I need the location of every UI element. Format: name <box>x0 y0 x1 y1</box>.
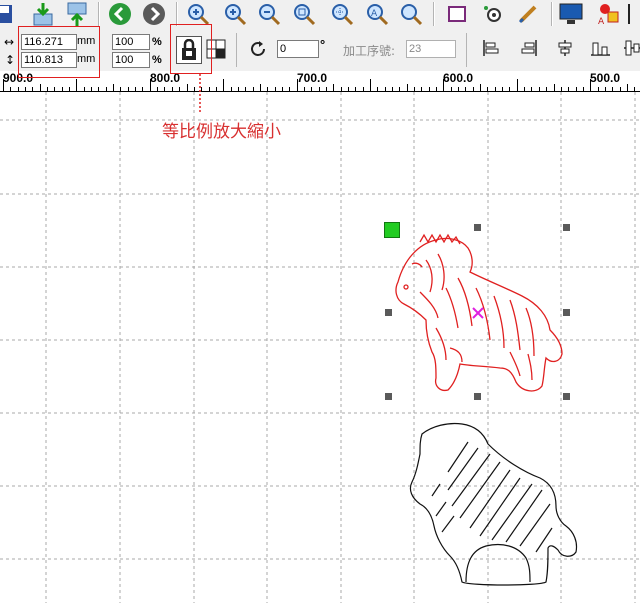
annotation-label: 等比例放大縮小 <box>162 122 281 142</box>
import-icon[interactable] <box>30 1 56 27</box>
align-middle-icon[interactable] <box>623 38 640 62</box>
back-icon[interactable] <box>107 1 133 27</box>
zoom-page-icon[interactable] <box>291 1 317 27</box>
align-center-icon[interactable] <box>555 38 575 62</box>
ruler-label: 700.0 <box>297 71 328 85</box>
align-left-icon[interactable] <box>481 38 501 62</box>
annotation-connector <box>199 74 201 114</box>
rotation-unit-label: ° <box>320 37 326 52</box>
lock-button-highlight <box>170 24 212 74</box>
settings-icon[interactable] <box>480 1 506 27</box>
svg-text:A: A <box>598 17 605 26</box>
forward-icon[interactable] <box>141 1 167 27</box>
scale-y-percent-label: % <box>152 54 162 66</box>
black-horse-shape[interactable] <box>0 92 640 603</box>
toolbar-overflow-grip <box>628 4 630 24</box>
align-bottom-icon[interactable] <box>590 38 612 62</box>
edit-icon[interactable] <box>516 1 542 27</box>
palette-icon[interactable]: A <box>596 1 622 27</box>
rotation-field[interactable]: 0 <box>277 40 319 58</box>
ruler-label: 500.0 <box>590 71 621 85</box>
ruler-label: 600.0 <box>443 71 474 85</box>
scale-x-field[interactable]: 100 <box>112 34 150 50</box>
main-toolbar: A A <box>0 0 640 29</box>
scale-x-percent-label: % <box>152 36 162 48</box>
width-arrow-icon: ↔ <box>4 35 15 49</box>
monitor-icon[interactable] <box>558 1 584 27</box>
drawing-canvas[interactable] <box>0 92 640 603</box>
zoom-grid-icon[interactable] <box>329 1 355 27</box>
scale-y-field[interactable]: 100 <box>112 52 150 68</box>
search-icon[interactable] <box>398 1 424 27</box>
align-right-icon[interactable] <box>519 38 539 62</box>
process-order-field[interactable]: 23 <box>406 40 456 58</box>
export-icon[interactable] <box>64 1 90 27</box>
zoom-in-icon[interactable] <box>222 1 248 27</box>
zoom-select-icon[interactable]: A <box>364 1 390 27</box>
rotate-icon[interactable] <box>247 38 269 60</box>
svg-text:A: A <box>371 9 378 19</box>
size-fields-highlight <box>18 26 100 78</box>
save-icon[interactable] <box>0 1 16 27</box>
process-order-label: 加工序號: <box>343 44 396 58</box>
zoom-out-icon[interactable] <box>256 1 282 27</box>
height-arrow-icon: ↕ <box>5 53 16 67</box>
rectangle-icon[interactable] <box>444 1 470 27</box>
